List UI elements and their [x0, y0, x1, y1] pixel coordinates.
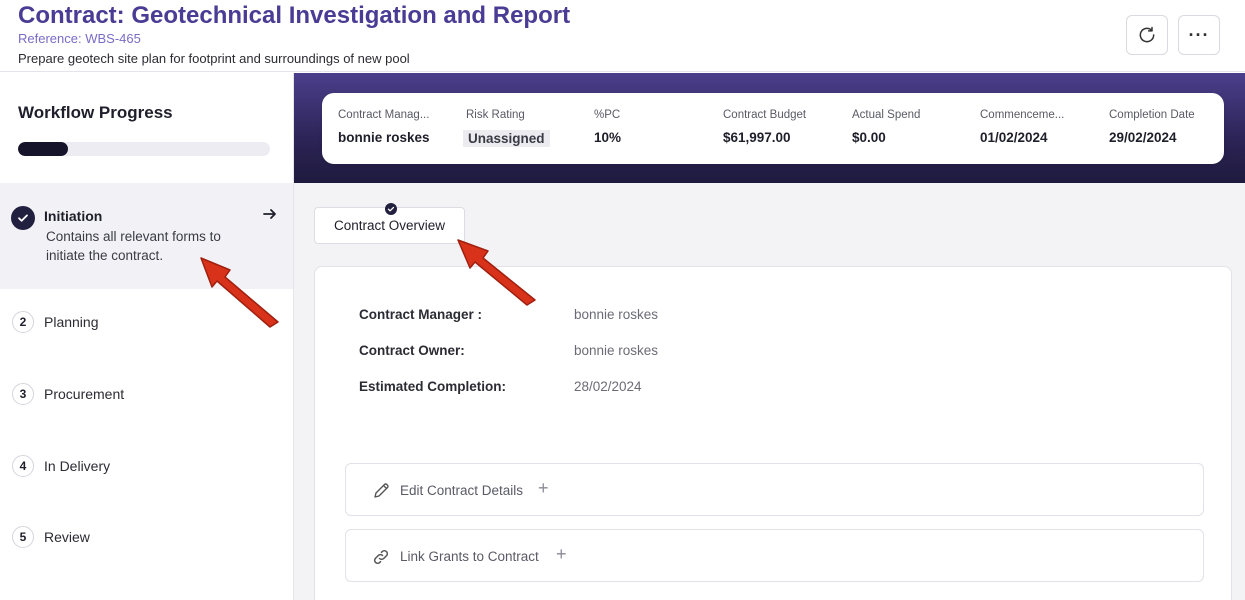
summary-value: 10% — [594, 130, 622, 145]
workflow-sidebar: Workflow Progress Initiation Contains al… — [0, 73, 294, 600]
step-label: Planning — [44, 314, 99, 330]
sidebar-step-planning[interactable]: 2 Planning — [0, 301, 293, 341]
summary-label: Contract Budget — [723, 109, 807, 121]
summary-label: Completion Date — [1109, 109, 1195, 121]
workflow-progress-fill — [18, 142, 69, 156]
more-icon: ··· — [1188, 25, 1210, 45]
step-label: In Delivery — [44, 458, 111, 474]
sidebar-step-procurement[interactable]: 3 Procurement — [0, 373, 293, 413]
contract-reference: Reference: WBS-465 — [18, 31, 141, 46]
more-options-button[interactable]: ··· — [1178, 15, 1220, 55]
summary-label: Contract Manag... — [338, 109, 430, 121]
summary-value: $0.00 — [852, 130, 886, 145]
summary-value: 29/02/2024 — [1109, 130, 1177, 145]
refresh-button[interactable] — [1126, 15, 1168, 55]
main-content: Contract Manag... bonnie roskes Risk Rat… — [294, 73, 1245, 600]
step-description: Contains all relevant forms to initiate … — [46, 229, 221, 263]
contract-owner-value: bonnie roskes — [574, 343, 659, 358]
step-label: Review — [44, 529, 90, 545]
contract-manager-value: bonnie roskes — [574, 307, 659, 322]
risk-rating-badge: Unassigned — [463, 130, 550, 147]
contract-owner-label: Contract Owner: — [359, 343, 465, 358]
step-complete-icon — [11, 206, 35, 230]
action-label: Edit Contract Details — [400, 483, 524, 498]
tab-complete-icon — [385, 203, 397, 215]
sidebar-step-initiation[interactable]: Initiation Contains all relevant forms t… — [0, 183, 293, 289]
contract-description: Prepare geotech site plan for footprint … — [18, 51, 410, 66]
edit-contract-details-button[interactable]: Edit Contract Details + — [345, 463, 1204, 516]
arrow-right-icon[interactable] — [262, 206, 278, 227]
summary-value: bonnie roskes — [338, 130, 430, 145]
summary-value: 01/02/2024 — [980, 130, 1048, 145]
sidebar-step-in-delivery[interactable]: 4 In Delivery — [0, 445, 293, 485]
pencil-icon — [374, 483, 389, 498]
contract-overview-card: Contract Manager : bonnie roskes Contrac… — [314, 266, 1232, 600]
page-header: Contract: Geotechnical Investigation and… — [0, 0, 1245, 72]
summary-label: Risk Rating — [466, 109, 525, 121]
summary-label: Commenceme... — [980, 109, 1065, 121]
sidebar-step-review[interactable]: 5 Review — [0, 516, 293, 556]
workflow-progress-title: Workflow Progress — [18, 103, 173, 122]
plus-icon: + — [556, 544, 567, 564]
plus-icon: + — [538, 478, 549, 498]
refresh-icon — [1139, 26, 1155, 43]
step-number: 3 — [12, 383, 34, 405]
summary-label: Actual Spend — [852, 109, 921, 121]
page-title: Contract: Geotechnical Investigation and… — [18, 2, 571, 29]
step-label: Initiation — [44, 208, 103, 224]
step-number: 4 — [12, 455, 34, 477]
contract-summary-card: Contract Manag... bonnie roskes Risk Rat… — [322, 93, 1224, 164]
summary-label: %PC — [594, 109, 621, 121]
action-label: Link Grants to Contract — [400, 549, 539, 564]
step-number: 2 — [12, 311, 34, 333]
estimated-completion-label: Estimated Completion: — [359, 379, 507, 394]
link-grants-button[interactable]: Link Grants to Contract + — [345, 529, 1204, 582]
summary-value: $61,997.00 — [723, 130, 791, 145]
workflow-progress-bar — [18, 142, 270, 156]
step-label: Procurement — [44, 386, 125, 402]
step-number: 5 — [12, 526, 34, 548]
estimated-completion-value: 28/02/2024 — [574, 379, 642, 394]
contract-manager-label: Contract Manager : — [359, 307, 483, 322]
link-icon — [373, 549, 389, 565]
